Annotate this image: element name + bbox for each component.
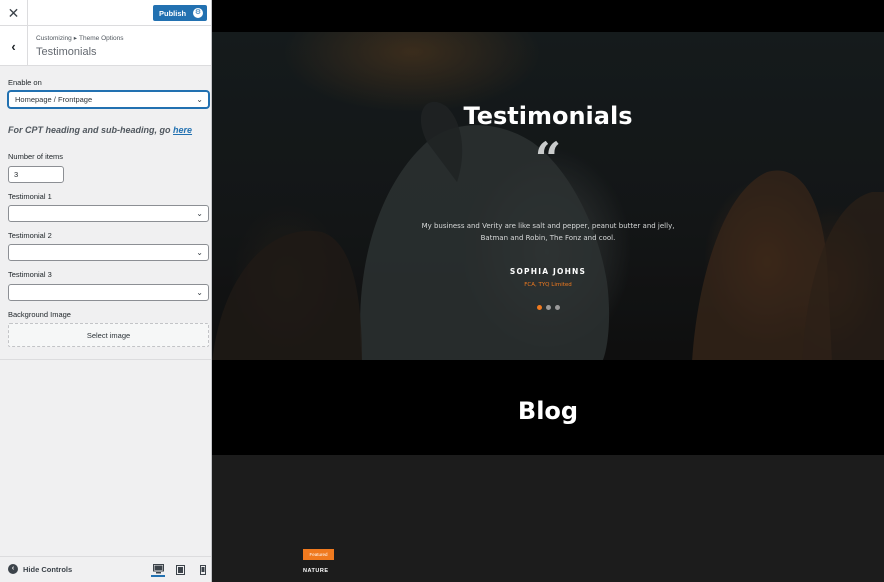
number-of-items-input[interactable]: 3 [8,166,64,183]
breadcrumb: Customizing ▸ Theme Options [36,34,123,42]
chevron-down-icon: ⌄ [196,248,203,257]
testimonial-quote: My business and Verity are like salt and… [421,222,675,242]
post-category[interactable]: NATURE [303,568,329,574]
desktop-preview-button[interactable] [151,563,165,577]
site-preview: Testimonials “ My business and Verity ar… [212,0,884,582]
cpt-note-text: For CPT heading and sub-heading, go [8,125,171,135]
customizer-header: ✕ Publish ⚙ [0,0,211,26]
background-image-label: Background Image [8,310,71,319]
back-arrow-icon: ‹ [11,38,16,54]
mobile-icon [200,565,206,575]
breadcrumb-child: Theme Options [79,35,124,42]
hero-background-horses [212,32,884,360]
enable-on-select[interactable]: Homepage / Frontpage ⌄ [8,91,209,108]
hide-controls-label: Hide Controls [23,564,73,574]
chevron-down-icon: ⌄ [196,288,203,297]
panel-divider [0,359,211,360]
testimonial-author: SOPHIA JOHNS [509,267,587,276]
customizer-sidebar: ✕ Publish ⚙ ‹ Customizing ▸ Theme Options … [0,0,212,582]
hide-controls-button[interactable]: ‹ Hide Controls [8,564,72,574]
customizer-footer: ‹ Hide Controls [0,556,211,582]
testimonial-3-select[interactable]: ⌄ [8,284,209,301]
number-of-items-label: Number of items [8,152,64,161]
slider-dot[interactable] [546,305,551,310]
back-button[interactable]: ‹ [0,26,28,66]
chevron-down-icon: ⌄ [196,95,203,104]
enable-on-value: Homepage / Frontpage [15,95,93,104]
close-customizer-button[interactable]: ✕ [0,0,28,26]
section-title: Testimonials [36,46,97,58]
mobile-preview-button[interactable] [196,563,210,577]
enable-on-label: Enable on [8,78,42,87]
close-icon: ✕ [7,4,20,21]
blog-posts-area [212,455,884,582]
quote-icon: “ [534,132,562,186]
testimonial-2-select[interactable]: ⌄ [8,244,209,261]
testimonials-heading: Testimonials [463,102,633,130]
testimonial-3-label: Testimonial 3 [8,270,52,279]
gear-icon[interactable]: ⚙ [193,8,203,18]
cpt-note-link[interactable]: here [173,125,192,135]
featured-badge: Featured [303,549,334,560]
hide-controls-icon: ‹ [8,564,18,574]
blog-heading: Blog [517,397,579,425]
testimonial-1-label: Testimonial 1 [8,192,52,201]
slider-dot-active[interactable] [537,305,542,310]
testimonial-company: FCA, TYQ Limited [524,282,572,288]
publish-label: Publish [159,8,187,18]
slider-dot[interactable] [555,305,560,310]
testimonial-2-label: Testimonial 2 [8,231,52,240]
testimonial-1-select[interactable]: ⌄ [8,205,209,222]
desktop-icon [152,564,164,574]
section-header: ‹ Customizing ▸ Theme Options Testimonials [0,26,211,66]
testimonials-hero [212,32,884,360]
cpt-note: For CPT heading and sub-heading, go here [8,125,192,135]
chevron-down-icon: ⌄ [196,209,203,218]
breadcrumb-separator: ▸ [73,35,78,42]
tablet-icon [175,565,185,575]
tablet-preview-button[interactable] [173,563,187,577]
breadcrumb-parent: Customizing [36,35,72,42]
select-image-button[interactable]: Select image [8,323,209,347]
publish-button[interactable]: Publish ⚙ [153,5,207,21]
